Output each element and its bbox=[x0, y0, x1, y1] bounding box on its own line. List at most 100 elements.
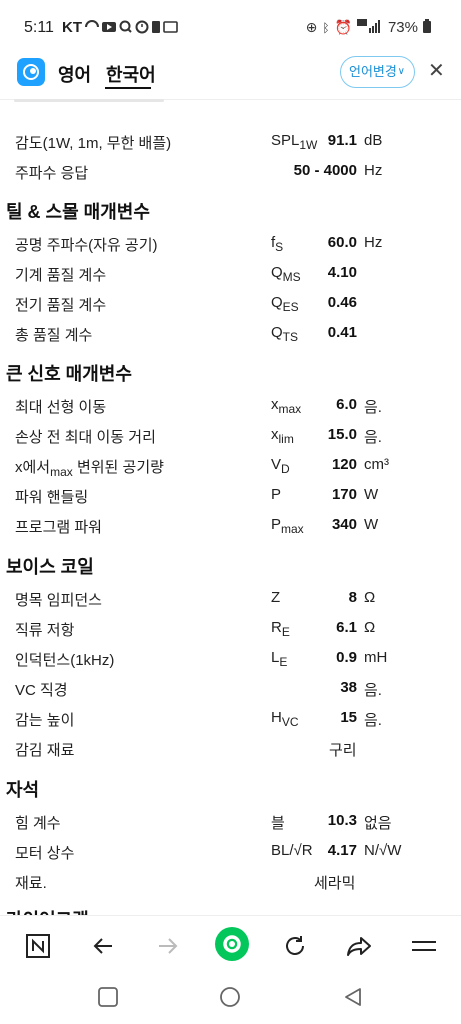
spec-label: 주파수 응답 bbox=[15, 165, 89, 182]
spec-value: 0.46 bbox=[327, 294, 357, 311]
carrier-label: KT bbox=[62, 19, 82, 36]
spec-label: 공명 주파수(자유 공기) bbox=[15, 237, 158, 254]
spec-label: 손상 전 최대 이동 거리 bbox=[15, 429, 156, 446]
spec-symbol: VD bbox=[271, 456, 290, 476]
green-home-icon[interactable] bbox=[214, 926, 250, 962]
spec-unit: 음. bbox=[364, 399, 382, 416]
spec-row: 공명 주파수(자유 공기) fS 60.0 Hz bbox=[0, 228, 461, 258]
papago-logo-icon[interactable] bbox=[17, 58, 45, 86]
status-bar: 5:11 KT ⊕ ᛒ ⏰ 73% bbox=[0, 0, 461, 56]
recent-apps-icon[interactable] bbox=[98, 987, 118, 1012]
spec-value: 8 bbox=[348, 589, 357, 606]
refresh-icon[interactable] bbox=[281, 932, 309, 960]
naver-icon[interactable] bbox=[24, 932, 52, 960]
spec-label: 명목 임피던스 bbox=[15, 592, 102, 609]
spec-row: 손상 전 최대 이동 거리 xlim 15.0 음. bbox=[0, 420, 461, 450]
active-tab-underline bbox=[105, 87, 151, 89]
spec-symbol: Pmax bbox=[271, 516, 304, 536]
change-language-label: 언어변경 bbox=[349, 64, 397, 79]
spec-value: 15.0 bbox=[327, 426, 357, 443]
spec-symbol: fS bbox=[271, 234, 284, 254]
browser-toolbar bbox=[0, 915, 461, 973]
spec-label: VC 직경 bbox=[15, 682, 68, 699]
spec-symbol: LE bbox=[271, 649, 288, 669]
spec-label: 모터 상수 bbox=[15, 845, 75, 862]
spec-value: 4.10 bbox=[327, 264, 357, 281]
home-icon[interactable] bbox=[219, 986, 241, 1013]
spec-row: 인덕턴스(1kHz) LE 0.9 mH bbox=[0, 643, 461, 673]
spec-row: 힘 계수 블 10.3 없음 bbox=[0, 806, 461, 836]
spec-label: 파워 핸들링 bbox=[15, 489, 89, 506]
spec-row: 명목 임피던스 Z 8 Ω bbox=[0, 583, 461, 613]
spec-symbol: RE bbox=[271, 619, 290, 639]
spec-value: 구리 bbox=[329, 742, 357, 759]
spec-symbol: QES bbox=[271, 294, 299, 314]
spec-value: 15 bbox=[340, 709, 357, 726]
spec-content: 감도(1W, 1m, 무한 배플) SPL1W 91.1 dB 주파수 응답 5… bbox=[0, 100, 461, 915]
spec-value: 6.0 bbox=[336, 396, 357, 413]
spec-label: 전기 품질 계수 bbox=[15, 297, 107, 314]
spec-symbol: SPL1W bbox=[271, 132, 318, 152]
notification-icons bbox=[84, 19, 178, 38]
spec-value: 91.1 bbox=[327, 132, 357, 149]
section-heading-large-signal: 큰 신호 매개변수 bbox=[6, 364, 132, 384]
section-heading-magnet: 자석 bbox=[6, 780, 40, 800]
spec-value: 340 bbox=[331, 516, 357, 533]
spec-row: VC 직경 38 음. bbox=[0, 673, 461, 703]
spec-label: 최대 선형 이동 bbox=[15, 399, 107, 416]
spec-label: 재료. bbox=[15, 875, 47, 892]
spec-label: 감김 재료 bbox=[15, 742, 75, 759]
spec-unit: 음. bbox=[364, 682, 382, 699]
section-heading-ts: 틸 & 스몰 매개변수 bbox=[6, 202, 150, 222]
spec-symbol: BL/√R bbox=[271, 842, 313, 859]
forward-arrow-icon[interactable] bbox=[154, 932, 182, 960]
spec-symbol: xlim bbox=[271, 426, 294, 446]
spec-label: 프로그램 파워 bbox=[15, 519, 102, 536]
translation-header: 영어 한국어 언어변경 ∨ ✕ bbox=[0, 56, 461, 100]
spec-value: 6.1 bbox=[336, 619, 357, 636]
menu-icon[interactable] bbox=[410, 932, 438, 960]
spec-row: 기계 품질 계수 QMS 4.10 bbox=[0, 258, 461, 288]
spec-unit: 없음 bbox=[364, 815, 392, 832]
tab-target-language[interactable]: 한국어 bbox=[106, 61, 156, 87]
spec-label: 인덕턴스(1kHz) bbox=[15, 652, 115, 669]
spec-value: 세라믹 bbox=[314, 875, 356, 892]
battery-level: 73% bbox=[387, 19, 418, 36]
back-icon[interactable] bbox=[343, 987, 363, 1012]
spec-value: 4.17 bbox=[327, 842, 357, 859]
back-arrow-icon[interactable] bbox=[89, 932, 117, 960]
spec-unit: dB bbox=[364, 132, 383, 149]
spec-symbol: 블 bbox=[271, 815, 285, 832]
spec-row: x에서max 변위된 공기량 VD 120 cm³ bbox=[0, 450, 461, 480]
spec-row: 모터 상수 BL/√R 4.17 N/√W bbox=[0, 836, 461, 866]
system-status-icons: ⊕ ᛒ ⏰ 73% bbox=[306, 19, 431, 36]
spec-row: 재료. 세라믹 bbox=[0, 866, 461, 896]
spec-row: 전기 품질 계수 QES 0.46 bbox=[0, 288, 461, 318]
spec-label: 직류 저항 bbox=[15, 622, 75, 639]
spec-row: 주파수 응답 50 - 4000 Hz bbox=[0, 156, 461, 186]
spec-unit: N/√W bbox=[364, 842, 402, 859]
tab-source-language[interactable]: 영어 bbox=[58, 61, 91, 87]
spec-symbol: HVC bbox=[271, 709, 299, 729]
close-icon[interactable]: ✕ bbox=[428, 58, 445, 83]
spec-symbol: P bbox=[271, 486, 282, 503]
change-language-button[interactable]: 언어변경 ∨ bbox=[340, 56, 415, 88]
spec-unit: mH bbox=[364, 649, 388, 666]
alarm-icon: ⏰ bbox=[334, 19, 352, 35]
spec-symbol: QTS bbox=[271, 324, 299, 344]
section-heading-cutoff: 라이어그램 bbox=[6, 906, 89, 915]
spec-unit: Hz bbox=[364, 234, 383, 251]
spec-label: 감는 높이 bbox=[15, 712, 75, 729]
share-icon[interactable] bbox=[345, 932, 373, 960]
spec-value: 10.3 bbox=[327, 812, 357, 829]
spec-label: 기계 품질 계수 bbox=[15, 267, 107, 284]
spec-value: 170 bbox=[331, 486, 357, 503]
status-time: 5:11 bbox=[24, 19, 54, 36]
spec-value: 38 bbox=[340, 679, 357, 696]
spec-symbol: xmax bbox=[271, 396, 302, 416]
spec-unit: cm³ bbox=[364, 456, 389, 473]
spec-row: 감도(1W, 1m, 무한 배플) SPL1W 91.1 dB bbox=[0, 126, 461, 156]
spec-label: 힘 계수 bbox=[15, 815, 61, 832]
spec-row: 직류 저항 RE 6.1 Ω bbox=[0, 613, 461, 643]
spec-label: x에서max 변위된 공기량 bbox=[15, 459, 164, 479]
